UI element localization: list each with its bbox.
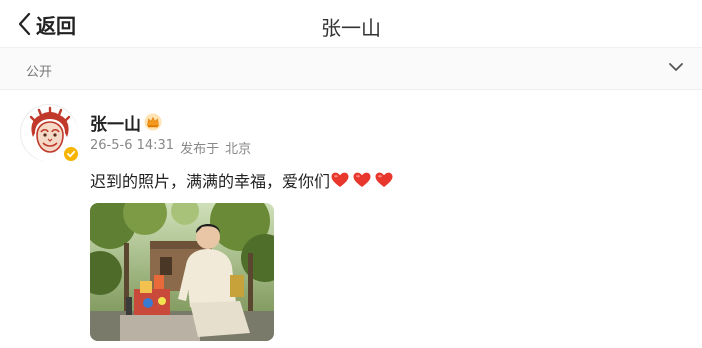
avatar[interactable] bbox=[20, 104, 80, 163]
post-meta: 26-5-6 14:31 发布于 北京 bbox=[90, 138, 257, 157]
photo-image bbox=[90, 203, 274, 341]
author-name[interactable]: 张一山 bbox=[90, 110, 141, 135]
chevron-down-icon bbox=[669, 63, 683, 71]
emoji-row bbox=[331, 172, 397, 188]
visibility-label: 公开 bbox=[26, 65, 53, 80]
photo-thumbnail[interactable] bbox=[90, 203, 274, 341]
author-row: 张一山 bbox=[90, 110, 162, 135]
heart-icon bbox=[375, 172, 393, 187]
page-title: 张一山 bbox=[321, 16, 381, 40]
post-text-row: 迟到的照片，满满的幸福，爱你们 bbox=[90, 168, 397, 192]
heart-icon bbox=[353, 172, 371, 187]
heart-icon bbox=[331, 172, 349, 187]
post-location: 北京 bbox=[225, 142, 252, 157]
location-prefix: 发布于 bbox=[180, 142, 220, 157]
crown-icon bbox=[144, 113, 162, 131]
visibility-selector[interactable]: 公开 bbox=[0, 48, 702, 90]
post-text: 迟到的照片，满满的幸福，爱你们 bbox=[90, 172, 331, 191]
verified-badge-icon bbox=[62, 145, 80, 163]
post-date: 26-5-6 14:31 bbox=[90, 138, 175, 153]
top-bar: 返回 张一山 bbox=[0, 0, 702, 48]
